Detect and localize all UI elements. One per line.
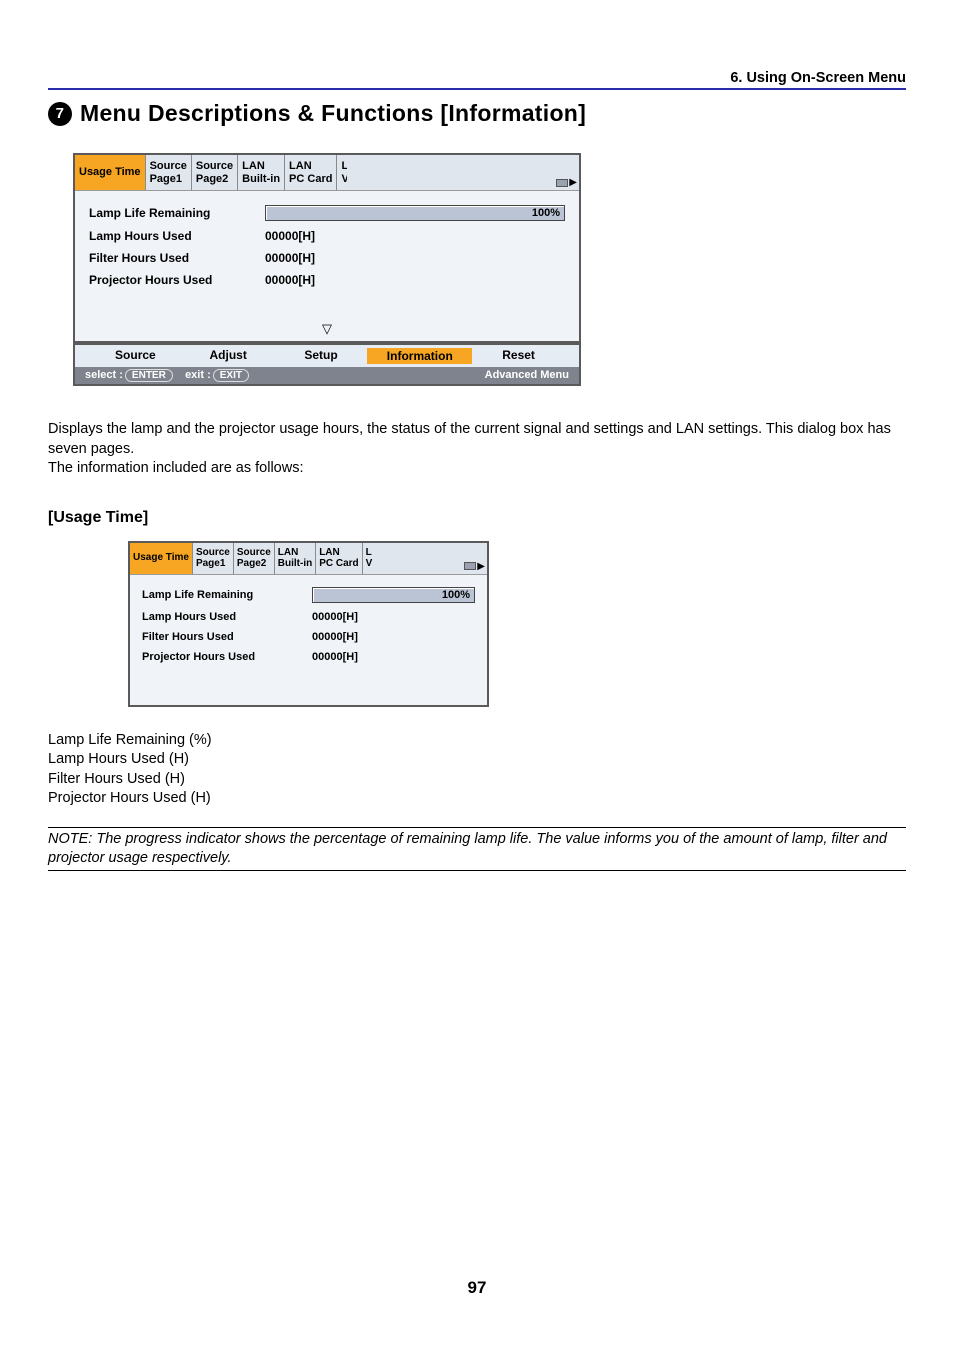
label2-filter-hours: Filter Hours Used [142,631,312,643]
tab2-lan-pccard[interactable]: LANPC Card [316,543,362,574]
tab-scroll-indicator-2[interactable]: ▶ [464,561,485,572]
tab2-source-page2[interactable]: SourcePage2 [234,543,275,574]
menu-reset[interactable]: Reset [472,348,565,364]
tab-lan-builtin[interactable]: LANBuilt-in [238,155,285,190]
value-lamp-hours: 00000[H] [265,229,315,243]
label2-lamp-hours: Lamp Hours Used [142,611,312,623]
page-number: 97 [0,1278,954,1298]
osd-menubar: Source Adjust Setup Information Reset se… [73,343,581,386]
info-tabs-small: Usage Time SourcePage1 SourcePage2 LANBu… [130,543,487,575]
note-text: NOTE: The progress indicator shows the p… [48,827,906,871]
scroll-down-icon: ▽ [75,321,579,337]
chapter-header: 6. Using On-Screen Menu [48,70,906,90]
menu-setup[interactable]: Setup [275,348,368,364]
value2-lamp-hours: 00000[H] [312,611,358,623]
list-projector-hours: Projector Hours Used (H) [48,789,906,809]
tab-scroll-indicator[interactable]: ▶ [556,177,577,188]
menu-source[interactable]: Source [89,348,182,364]
hint-advanced-menu: Advanced Menu [485,369,569,382]
menu-adjust[interactable]: Adjust [182,348,275,364]
progress-lamp-life: 100% [265,205,565,221]
list-lamp-life: Lamp Life Remaining (%) [48,731,906,751]
label-filter-hours: Filter Hours Used [89,251,265,265]
description-paragraph-1: Displays the lamp and the projector usag… [48,420,906,459]
section-heading: 7 Menu Descriptions & Functions [Informa… [48,100,906,127]
hint-select-enter: select :ENTER exit :EXIT [85,369,249,382]
tab2-usage-time[interactable]: Usage Time [130,543,193,574]
description-paragraph-2: The information included are as follows: [48,459,906,479]
tab-source-page2[interactable]: SourcePage2 [192,155,238,190]
list-filter-hours: Filter Hours Used (H) [48,770,906,790]
tab-lan-pccard[interactable]: LANPC Card [285,155,337,190]
enter-key-icon: ENTER [125,369,173,382]
value-projector-hours: 00000[H] [265,273,315,287]
exit-key-icon: EXIT [213,369,249,382]
label-projector-hours: Projector Hours Used [89,273,265,287]
menu-information[interactable]: Information [367,348,472,364]
heading-text: Menu Descriptions & Functions [Informati… [80,100,586,127]
tab-usage-time[interactable]: Usage Time [75,155,146,190]
label2-lamp-life: Lamp Life Remaining [142,589,312,601]
progress2-lamp-life: 100% [312,587,475,603]
tab2-more-cut[interactable]: LV [363,543,373,574]
osd-screenshot-1: Usage Time SourcePage1 SourcePage2 LANBu… [73,153,906,386]
subheading-usage-time: [Usage Time] [48,509,906,527]
osd-screenshot-2: Usage Time SourcePage1 SourcePage2 LANBu… [128,541,906,707]
section-number-badge: 7 [48,102,72,126]
label-lamp-life: Lamp Life Remaining [89,206,265,220]
label2-projector-hours: Projector Hours Used [142,651,312,663]
tab-more-cut[interactable]: LV [337,155,347,190]
list-lamp-hours: Lamp Hours Used (H) [48,750,906,770]
value2-projector-hours: 00000[H] [312,651,358,663]
tab-source-page1[interactable]: SourcePage1 [146,155,192,190]
tab2-source-page1[interactable]: SourcePage1 [193,543,234,574]
value2-filter-hours: 00000[H] [312,631,358,643]
label-lamp-hours: Lamp Hours Used [89,229,265,243]
info-tabs: Usage Time SourcePage1 SourcePage2 LANBu… [75,155,579,191]
tab2-lan-builtin[interactable]: LANBuilt-in [275,543,316,574]
value-filter-hours: 00000[H] [265,251,315,265]
